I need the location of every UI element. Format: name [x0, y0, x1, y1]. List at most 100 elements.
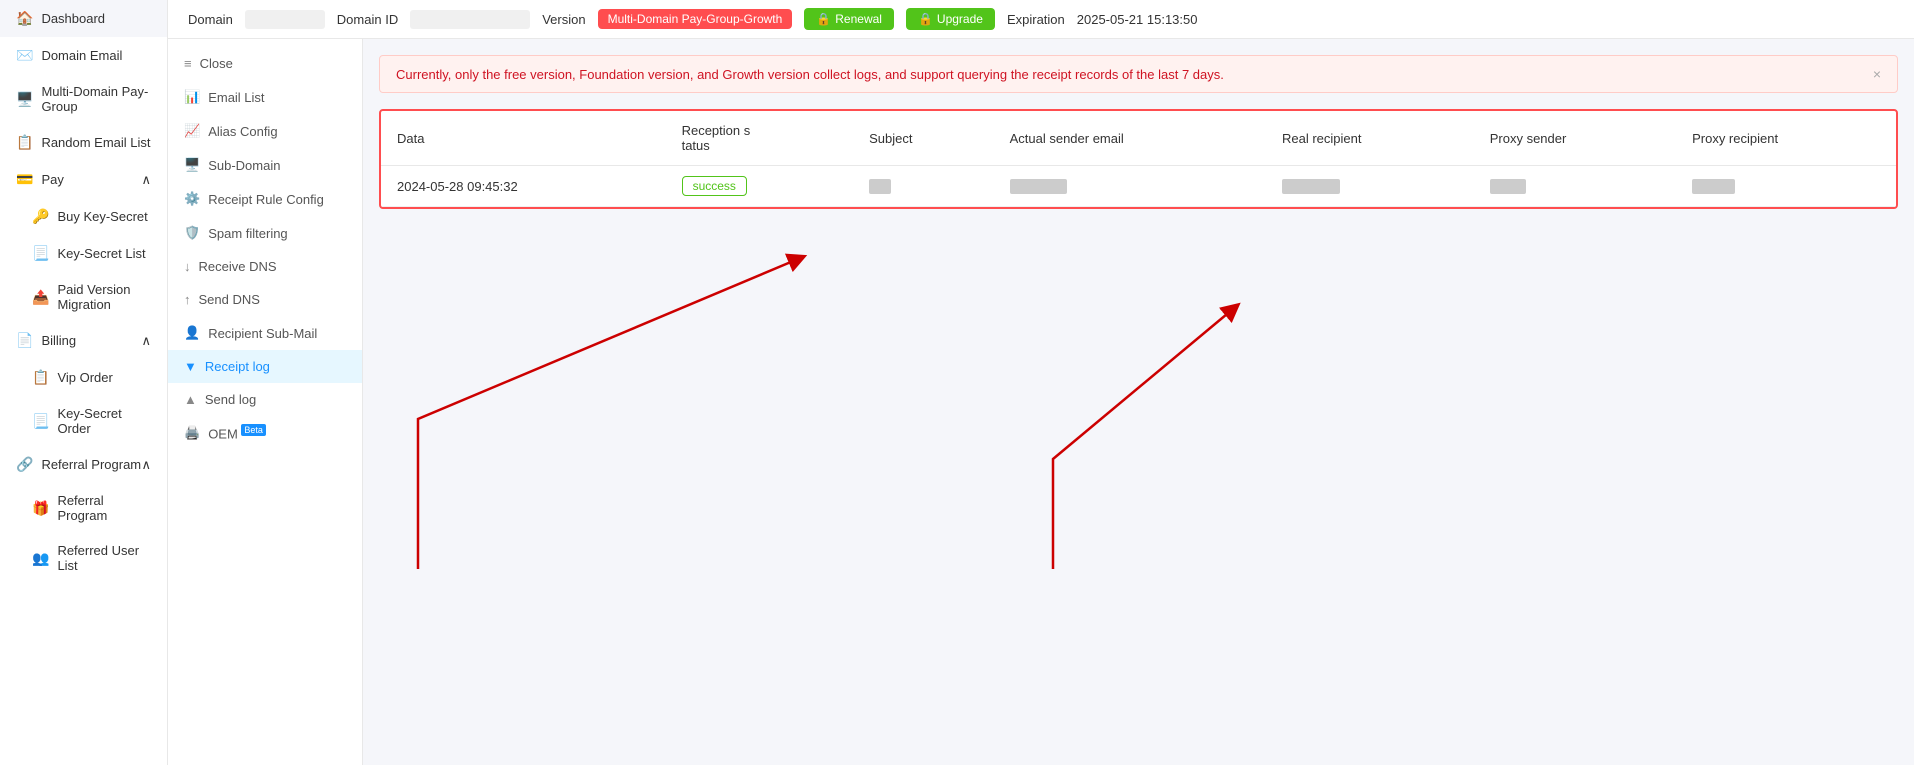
sidebar-item-buy-key[interactable]: 🔑 Buy Key-Secret: [0, 198, 167, 235]
domain-value: [245, 10, 325, 29]
sub-sidebar-item-receipt-rule[interactable]: ⚙️ Receipt Rule Config: [168, 182, 362, 216]
referral-icon: 🔗: [16, 456, 33, 473]
sidebar-group-label: Referral Program: [41, 457, 141, 472]
oem-icon: 🖨️: [184, 425, 200, 441]
sidebar-item-vip-order[interactable]: 📋 Vip Order: [0, 359, 167, 396]
sub-sidebar-item-alias-config[interactable]: 📈 Alias Config: [168, 114, 362, 148]
status-badge: success: [682, 176, 747, 196]
sub-sidebar-item-sub-domain[interactable]: 🖥️ Sub-Domain: [168, 148, 362, 182]
gear-icon: ⚙️: [184, 191, 200, 207]
shield-icon: 🛡️: [184, 225, 200, 241]
person-icon: 👤: [184, 325, 200, 341]
list-icon: 📋: [16, 134, 33, 151]
sidebar-item-label: Buy Key-Secret: [57, 209, 147, 224]
sub-sidebar-label: Spam filtering: [208, 226, 287, 241]
domain-id-label: Domain ID: [337, 12, 398, 27]
domain-id-value: [410, 10, 530, 29]
sidebar-item-paid-migration[interactable]: 📤 Paid Version Migration: [0, 272, 167, 322]
cell-reception-status: success: [666, 166, 854, 207]
sub-sidebar-item-email-list[interactable]: 📊 Email List: [168, 80, 362, 114]
sidebar-item-label: Multi-Domain Pay-Group: [41, 84, 151, 114]
sidebar-item-label: Vip Order: [57, 370, 112, 385]
sidebar-item-label: Key-Secret List: [57, 246, 145, 261]
cell-actual-sender: [994, 166, 1266, 207]
sender-email-value: [1010, 179, 1068, 194]
sidebar-item-label: Referral Program: [57, 493, 151, 523]
email-icon: ✉️: [16, 47, 33, 64]
col-proxy-sender: Proxy sender: [1474, 111, 1676, 166]
key-icon: 🔑: [32, 208, 49, 225]
sidebar-item-key-secret-order[interactable]: 📃 Key-Secret Order: [0, 396, 167, 446]
main-area: Domain Domain ID Version Multi-Domain Pa…: [168, 0, 1914, 765]
vip-icon: 📋: [32, 369, 49, 386]
sub-sidebar-item-receive-dns[interactable]: ↓ Receive DNS: [168, 250, 362, 283]
col-real-recipient: Real recipient: [1266, 111, 1474, 166]
users-icon: 👥: [32, 550, 49, 567]
sidebar-item-label: Referred User List: [57, 543, 151, 573]
col-reception-status: Reception status: [666, 111, 854, 166]
gift-icon: 🎁: [32, 500, 49, 517]
alert-close-button[interactable]: ×: [1873, 66, 1881, 82]
sidebar-group-billing[interactable]: 📄 Billing ∧: [0, 322, 167, 359]
sub-sidebar-item-close[interactable]: ≡ Close: [168, 47, 362, 80]
col-data: Data: [381, 111, 666, 166]
bar-chart-icon: 📊: [184, 89, 200, 105]
sub-sidebar-item-send-dns[interactable]: ↑ Send DNS: [168, 283, 362, 316]
version-label: Version: [542, 12, 585, 27]
sidebar-item-dashboard[interactable]: 🏠 Dashboard: [0, 0, 167, 37]
sub-sidebar-item-send-log[interactable]: ▲ Send log: [168, 383, 362, 416]
table-row: 2024-05-28 09:45:32 success: [381, 166, 1896, 207]
sub-sidebar: ≡ Close 📊 Email List 📈 Alias Config 🖥️ S…: [168, 39, 363, 765]
sidebar-item-multi-domain[interactable]: 🖥️ Multi-Domain Pay-Group: [0, 74, 167, 124]
sub-sidebar-item-oem[interactable]: 🖨️ OEM Beta: [168, 416, 362, 450]
expiration-label: Expiration: [1007, 12, 1065, 27]
sidebar-item-random-email[interactable]: 📋 Random Email List: [0, 124, 167, 161]
content-area: ≡ Close 📊 Email List 📈 Alias Config 🖥️ S…: [168, 39, 1914, 765]
renewal-button[interactable]: 🔒 Renewal: [804, 8, 894, 30]
sub-sidebar-item-recipient-sub-mail[interactable]: 👤 Recipient Sub-Mail: [168, 316, 362, 350]
cell-proxy-recipient: 2: [1676, 166, 1896, 207]
lock-icon-2: 🔒: [918, 12, 933, 26]
sidebar-group-referral[interactable]: 🔗 Referral Program ∧: [0, 446, 167, 483]
upgrade-button[interactable]: 🔒 Upgrade: [906, 8, 995, 30]
sidebar-group-label: Pay: [41, 172, 63, 187]
sidebar-item-referred-user-list[interactable]: 👥 Referred User List: [0, 533, 167, 583]
key-list-icon: 📃: [32, 245, 49, 262]
sidebar-group-label: Billing: [41, 333, 76, 348]
sub-sidebar-label: OEM Beta: [208, 425, 266, 441]
sidebar-item-label: Random Email List: [41, 135, 150, 150]
sub-sidebar-label: Receipt Rule Config: [208, 192, 324, 207]
sidebar: 🏠 Dashboard ✉️ Domain Email 🖥️ Multi-Dom…: [0, 0, 168, 765]
line-chart-icon: 📈: [184, 123, 200, 139]
send-log-icon: ▲: [184, 392, 197, 407]
sub-sidebar-label: Send log: [205, 392, 256, 407]
domain-label: Domain: [188, 12, 233, 27]
sub-sidebar-label: Sub-Domain: [208, 158, 280, 173]
header-bar: Domain Domain ID Version Multi-Domain Pa…: [168, 0, 1914, 39]
chevron-up-icon-billing: ∧: [141, 333, 151, 349]
receive-dns-icon: ↓: [184, 259, 191, 274]
expiration-value: 2025-05-21 15:13:50: [1077, 12, 1198, 27]
subdomain-icon: 🖥️: [184, 157, 200, 173]
cell-proxy-sender: [1474, 166, 1676, 207]
cell-real-recipient: [1266, 166, 1474, 207]
sub-sidebar-label: Email List: [208, 90, 264, 105]
cell-data: 2024-05-28 09:45:32: [381, 166, 666, 207]
sub-sidebar-label: Receipt log: [205, 359, 270, 374]
sub-sidebar-label: Close: [200, 56, 233, 71]
sub-sidebar-item-spam-filter[interactable]: 🛡️ Spam filtering: [168, 216, 362, 250]
sub-sidebar-item-receipt-log[interactable]: ▼ Receipt log: [168, 350, 362, 383]
lock-icon: 🔒: [816, 12, 831, 26]
proxy-sender-value: [1490, 179, 1526, 194]
sidebar-item-domain-email[interactable]: ✉️ Domain Email: [0, 37, 167, 74]
version-badge: Multi-Domain Pay-Group-Growth: [598, 9, 793, 29]
sidebar-item-referral-program[interactable]: 🎁 Referral Program: [0, 483, 167, 533]
sidebar-item-label: Domain Email: [41, 48, 122, 63]
receipt-log-table: Data Reception status Subject Actual sen…: [379, 109, 1898, 209]
sub-sidebar-label: Send DNS: [199, 292, 260, 307]
cell-subject: [853, 166, 993, 207]
sidebar-item-label: Paid Version Migration: [57, 282, 151, 312]
receipt-log-icon: ▼: [184, 359, 197, 374]
sidebar-group-pay[interactable]: 💳 Pay ∧: [0, 161, 167, 198]
sidebar-item-key-secret-list[interactable]: 📃 Key-Secret List: [0, 235, 167, 272]
